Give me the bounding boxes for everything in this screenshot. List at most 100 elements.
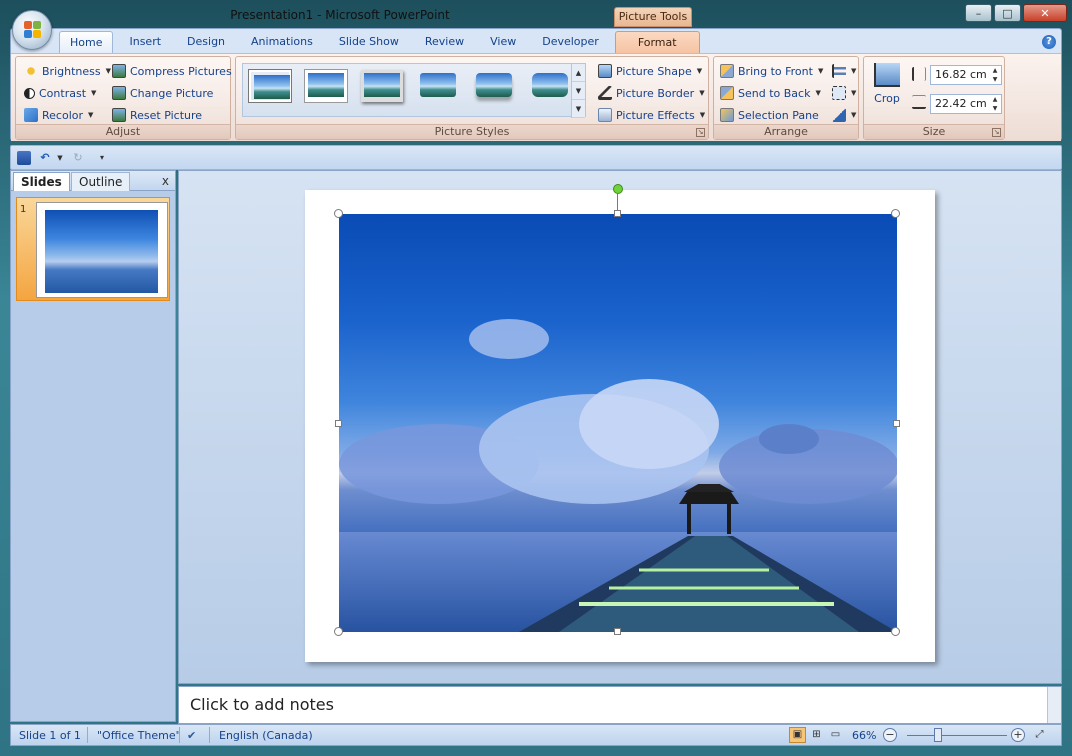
- spelling-check-icon[interactable]: ✔: [187, 729, 196, 742]
- picture-border-button[interactable]: Picture Border ▼: [598, 84, 705, 102]
- slide-thumbnail-item[interactable]: 1: [16, 197, 170, 301]
- gallery-up-icon[interactable]: ▲: [572, 64, 585, 82]
- slide-show-view-icon[interactable]: ▭: [827, 727, 844, 743]
- resize-handle-bottom[interactable]: [614, 628, 621, 635]
- crop-label: Crop: [874, 92, 900, 105]
- tab-insert[interactable]: Insert: [119, 31, 171, 53]
- picture-style-thumb[interactable]: [529, 70, 571, 102]
- tab-outline[interactable]: Outline: [71, 172, 131, 191]
- rotation-handle[interactable]: [613, 184, 623, 194]
- contrast-button[interactable]: Contrast ▼: [24, 84, 96, 102]
- tab-review[interactable]: Review: [415, 31, 474, 53]
- crop-button[interactable]: Crop: [870, 63, 904, 109]
- selection-pane-button[interactable]: Selection Pane: [720, 106, 819, 124]
- resize-handle-right[interactable]: [893, 420, 900, 427]
- status-bar: Slide 1 of 1 "Office Theme" ✔ English (C…: [10, 724, 1062, 746]
- bring-to-front-button[interactable]: Bring to Front ▼: [720, 62, 823, 80]
- zoom-out-icon[interactable]: −: [883, 728, 897, 742]
- sun-icon: [24, 64, 38, 78]
- tab-slides[interactable]: Slides: [13, 172, 70, 191]
- gallery-more-icon[interactable]: ▼: [572, 100, 585, 118]
- notes-scrollbar[interactable]: [1047, 687, 1061, 723]
- shape-height-field[interactable]: 16.82 cm ▲ ▼: [930, 65, 1002, 85]
- resize-handle-top-left[interactable]: [334, 209, 343, 218]
- picture-styles-gallery[interactable]: ▲ ▼ ▼: [242, 63, 586, 118]
- resize-handle-bottom-right[interactable]: [891, 627, 900, 636]
- tab-view[interactable]: View: [480, 31, 526, 53]
- slide-sorter-view-icon[interactable]: ⊞: [808, 727, 825, 743]
- chevron-down-icon: ▼: [817, 67, 824, 75]
- reset-picture-button[interactable]: Reset Picture: [112, 106, 202, 124]
- gallery-down-icon[interactable]: ▼: [572, 82, 585, 100]
- zoom-level[interactable]: 66%: [852, 729, 876, 742]
- picture-style-thumb[interactable]: [361, 70, 403, 102]
- align-button[interactable]: ▼: [832, 62, 856, 80]
- tab-format[interactable]: Format: [614, 31, 700, 53]
- normal-view-icon[interactable]: ▣: [789, 727, 806, 743]
- change-picture-button[interactable]: Change Picture: [112, 84, 213, 102]
- minimize-button[interactable]: –: [965, 4, 992, 22]
- picture-effects-label: Picture Effects: [616, 108, 695, 122]
- chevron-down-icon: ▼: [851, 67, 857, 75]
- compress-pictures-button[interactable]: Compress Pictures: [112, 62, 232, 80]
- zoom-in-icon[interactable]: +: [1011, 728, 1025, 742]
- redo-icon[interactable]: ↻: [71, 151, 85, 165]
- tab-animations[interactable]: Animations: [241, 31, 323, 53]
- picture-shape-button[interactable]: Picture Shape ▼: [598, 62, 702, 80]
- change-picture-icon: [112, 86, 126, 100]
- adjust-group: Brightness ▼ Contrast ▼ Recolor ▼ Compress …: [15, 56, 232, 140]
- quick-access-toolbar: ↶ ▼ ↻ ▾: [10, 145, 1062, 170]
- undo-icon[interactable]: ↶: [38, 151, 52, 165]
- brightness-label: Brightness: [42, 64, 101, 78]
- picture-style-thumb[interactable]: [249, 70, 291, 102]
- send-to-back-button[interactable]: Send to Back ▼: [720, 84, 821, 102]
- tab-design[interactable]: Design: [177, 31, 235, 53]
- picture-styles-group-label: Picture Styles: [236, 124, 708, 139]
- ribbon: Home Insert Design Animations Slide Show…: [10, 28, 1062, 141]
- selection-pane-label: Selection Pane: [738, 108, 819, 122]
- resize-handle-top-right[interactable]: [891, 209, 900, 218]
- size-group-label: Size: [864, 124, 1004, 139]
- recolor-button[interactable]: Recolor ▼: [24, 106, 93, 124]
- adjust-group-label: Adjust: [16, 124, 230, 139]
- brightness-button[interactable]: Brightness ▼: [24, 62, 111, 80]
- zoom-slider-track[interactable]: [907, 735, 1007, 736]
- office-logo-icon: [24, 21, 42, 39]
- group-objects-button[interactable]: ▼: [832, 84, 856, 102]
- rotate-icon: [832, 108, 846, 122]
- resize-handle-top[interactable]: [614, 210, 621, 217]
- spin-arrows-icon[interactable]: ▲ ▼: [989, 95, 1001, 113]
- chevron-down-icon[interactable]: ▼: [53, 151, 67, 165]
- spin-arrows-icon[interactable]: ▲ ▼: [989, 66, 1001, 84]
- selection-pane-icon: [720, 108, 734, 122]
- dialog-launcher-icon[interactable]: ↘: [696, 128, 705, 137]
- office-button[interactable]: [12, 10, 52, 50]
- picture-style-thumb[interactable]: [305, 70, 347, 102]
- window-controls: – □ ✕: [965, 4, 1067, 22]
- dialog-launcher-icon[interactable]: ↘: [992, 128, 1001, 137]
- help-icon[interactable]: ?: [1042, 35, 1056, 49]
- language-status[interactable]: English (Canada): [219, 729, 313, 742]
- gallery-scroll[interactable]: ▲ ▼ ▼: [571, 64, 585, 118]
- rotate-button[interactable]: ▼: [832, 106, 856, 124]
- maximize-button[interactable]: □: [994, 4, 1021, 22]
- selected-picture[interactable]: [339, 214, 897, 632]
- picture-style-thumb[interactable]: [417, 70, 459, 102]
- zoom-slider-thumb[interactable]: [934, 728, 943, 742]
- picture-effects-button[interactable]: Picture Effects ▼: [598, 106, 705, 124]
- resize-handle-bottom-left[interactable]: [334, 627, 343, 636]
- tab-slide-show[interactable]: Slide Show: [329, 31, 409, 53]
- notes-pane[interactable]: Click to add notes: [178, 686, 1062, 724]
- ribbon-tabs: Home Insert Design Animations Slide Show…: [59, 31, 706, 53]
- fit-to-window-icon[interactable]: ⤢: [1031, 727, 1048, 743]
- shape-width-field[interactable]: 22.42 cm ▲ ▼: [930, 94, 1002, 114]
- close-icon[interactable]: x: [162, 174, 169, 188]
- close-button[interactable]: ✕: [1023, 4, 1067, 22]
- customize-qat-icon[interactable]: ▾: [95, 151, 109, 165]
- tab-developer[interactable]: Developer: [532, 31, 609, 53]
- tab-home[interactable]: Home: [59, 31, 114, 53]
- resize-handle-left[interactable]: [335, 420, 342, 427]
- compress-pictures-label: Compress Pictures: [130, 64, 232, 78]
- picture-style-thumb[interactable]: [473, 70, 515, 102]
- save-icon[interactable]: [17, 151, 31, 165]
